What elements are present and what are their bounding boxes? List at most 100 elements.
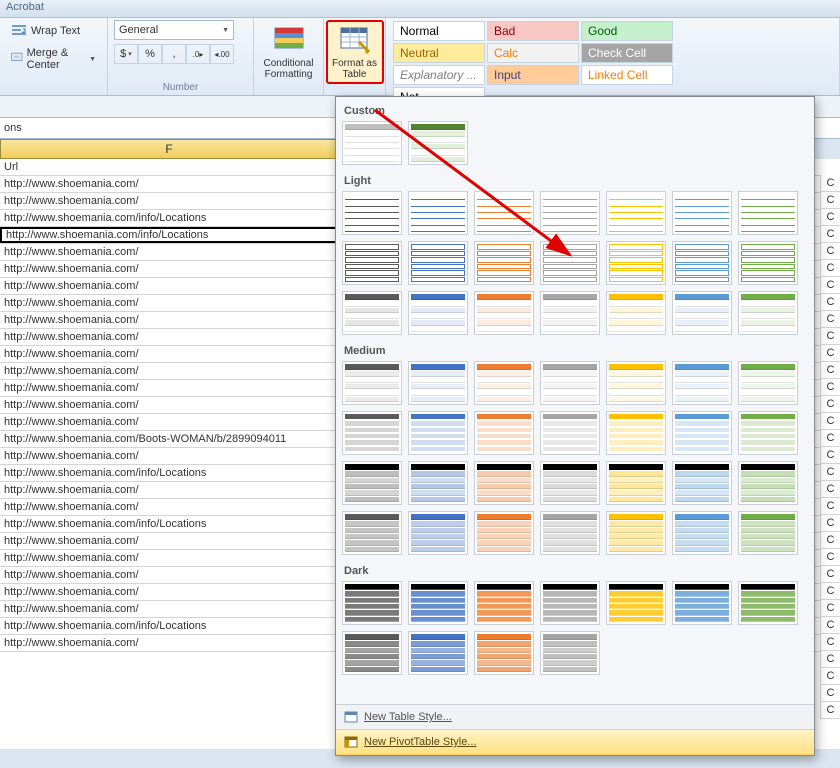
table-style-swatch[interactable] — [408, 631, 468, 675]
data-cell[interactable]: http://www.shoemania.com/info/Locations — [0, 516, 338, 532]
table-style-swatch[interactable] — [540, 361, 600, 405]
data-cell[interactable]: http://www.shoemania.com/ — [0, 363, 338, 379]
table-style-swatch[interactable] — [606, 361, 666, 405]
cell-style-check-cell[interactable]: Check Cell — [581, 43, 673, 63]
table-style-swatch[interactable] — [606, 461, 666, 505]
cell-style-bad[interactable]: Bad — [487, 21, 579, 41]
table-style-swatch[interactable] — [672, 191, 732, 235]
table-style-swatch[interactable] — [408, 581, 468, 625]
table-style-swatch[interactable] — [474, 581, 534, 625]
table-style-swatch[interactable] — [672, 291, 732, 335]
table-style-swatch[interactable] — [540, 581, 600, 625]
data-cell[interactable]: http://www.shoemania.com/info/Locations — [0, 618, 338, 634]
table-style-swatch[interactable] — [738, 511, 798, 555]
table-style-swatch[interactable] — [738, 411, 798, 455]
table-style-swatch[interactable] — [672, 411, 732, 455]
table-style-swatch[interactable] — [408, 511, 468, 555]
cell-style-calc[interactable]: Calc — [487, 43, 579, 63]
table-style-swatch[interactable] — [474, 361, 534, 405]
merge-center-button[interactable]: Merge & Center ▼ — [6, 44, 101, 74]
header-cell[interactable]: Url — [0, 159, 338, 175]
table-style-swatch[interactable] — [606, 511, 666, 555]
table-style-swatch[interactable] — [540, 191, 600, 235]
table-style-swatch[interactable] — [540, 631, 600, 675]
table-style-swatch[interactable] — [342, 121, 402, 165]
table-style-swatch[interactable] — [342, 511, 402, 555]
table-style-swatch[interactable] — [474, 191, 534, 235]
data-cell[interactable]: http://www.shoemania.com/ — [0, 533, 338, 549]
data-cell[interactable]: http://www.shoemania.com/info/Locations — [0, 210, 338, 226]
table-style-swatch[interactable] — [738, 191, 798, 235]
table-style-swatch[interactable] — [408, 191, 468, 235]
table-style-swatch[interactable] — [738, 241, 798, 285]
table-style-swatch[interactable] — [342, 291, 402, 335]
percent-button[interactable]: % — [138, 44, 162, 64]
table-style-swatch[interactable] — [606, 291, 666, 335]
table-style-swatch[interactable] — [672, 361, 732, 405]
data-cell[interactable]: http://www.shoemania.com/ — [0, 499, 338, 515]
table-style-swatch[interactable] — [342, 581, 402, 625]
table-style-swatch[interactable] — [408, 241, 468, 285]
cell-style-linked-cell[interactable]: Linked Cell — [581, 65, 673, 85]
data-cell[interactable]: http://www.shoemania.com/Boots-WOMAN/b/2… — [0, 431, 338, 447]
cell-style-neutral[interactable]: Neutral — [393, 43, 485, 63]
cell-style-good[interactable]: Good — [581, 21, 673, 41]
table-style-swatch[interactable] — [474, 291, 534, 335]
table-style-swatch[interactable] — [606, 241, 666, 285]
gallery-scroll[interactable]: CustomLightMediumDark — [336, 97, 814, 704]
table-style-swatch[interactable] — [408, 361, 468, 405]
table-style-swatch[interactable] — [672, 461, 732, 505]
column-header-F[interactable]: F — [0, 139, 338, 159]
decrease-decimal-button[interactable]: ◂.00 — [210, 44, 234, 64]
table-style-swatch[interactable] — [540, 291, 600, 335]
data-cell[interactable]: http://www.shoemania.com/ — [0, 380, 338, 396]
data-cell[interactable]: http://www.shoemania.com/ — [0, 414, 338, 430]
table-style-swatch[interactable] — [342, 241, 402, 285]
table-style-swatch[interactable] — [342, 411, 402, 455]
table-style-swatch[interactable] — [342, 461, 402, 505]
table-style-swatch[interactable] — [738, 581, 798, 625]
table-style-swatch[interactable] — [474, 511, 534, 555]
data-cell[interactable]: http://www.shoemania.com/ — [0, 567, 338, 583]
currency-button[interactable]: $▾ — [114, 44, 138, 64]
format-as-table-button[interactable]: Format as Table — [326, 20, 384, 84]
table-style-swatch[interactable] — [342, 631, 402, 675]
comma-button[interactable]: , — [162, 44, 186, 64]
table-style-swatch[interactable] — [408, 411, 468, 455]
new-table-style-item[interactable]: New Table Style... — [336, 705, 814, 729]
table-style-swatch[interactable] — [606, 411, 666, 455]
data-cell[interactable]: http://www.shoemania.com/ — [0, 584, 338, 600]
table-style-swatch[interactable] — [540, 511, 600, 555]
increase-decimal-button[interactable]: .0▸ — [186, 44, 210, 64]
table-style-swatch[interactable] — [738, 291, 798, 335]
cell-style-input[interactable]: Input — [487, 65, 579, 85]
data-cell[interactable]: http://www.shoemania.com/ — [0, 261, 338, 277]
table-style-swatch[interactable] — [342, 191, 402, 235]
table-style-swatch[interactable] — [738, 461, 798, 505]
data-cell[interactable]: http://www.shoemania.com/ — [0, 193, 338, 209]
table-style-swatch[interactable] — [540, 411, 600, 455]
table-style-swatch[interactable] — [540, 461, 600, 505]
table-style-swatch[interactable] — [738, 361, 798, 405]
table-style-swatch[interactable] — [606, 191, 666, 235]
data-cell[interactable]: http://www.shoemania.com/ — [0, 176, 338, 192]
data-cell[interactable]: http://www.shoemania.com/ — [0, 482, 338, 498]
data-cell[interactable]: http://www.shoemania.com/ — [0, 550, 338, 566]
cell-style-normal[interactable]: Normal — [393, 21, 485, 41]
data-cell[interactable]: http://www.shoemania.com/ — [0, 329, 338, 345]
table-style-swatch[interactable] — [408, 461, 468, 505]
table-style-swatch[interactable] — [474, 411, 534, 455]
number-format-dropdown[interactable]: General ▼ — [114, 20, 234, 40]
table-style-swatch[interactable] — [474, 461, 534, 505]
data-cell[interactable]: http://www.shoemania.com/ — [0, 601, 338, 617]
data-cell[interactable]: http://www.shoemania.com/ — [0, 244, 338, 260]
table-style-swatch[interactable] — [408, 121, 468, 165]
data-cell[interactable]: http://www.shoemania.com/info/Locations — [0, 465, 338, 481]
table-style-swatch[interactable] — [672, 511, 732, 555]
data-cell[interactable]: http://www.shoemania.com/ — [0, 448, 338, 464]
wrap-text-button[interactable]: Wrap Text — [6, 20, 101, 42]
table-style-swatch[interactable] — [540, 241, 600, 285]
table-style-swatch[interactable] — [606, 581, 666, 625]
data-cell[interactable]: http://www.shoemania.com/ — [0, 635, 338, 651]
data-cell[interactable]: http://www.shoemania.com/ — [0, 346, 338, 362]
